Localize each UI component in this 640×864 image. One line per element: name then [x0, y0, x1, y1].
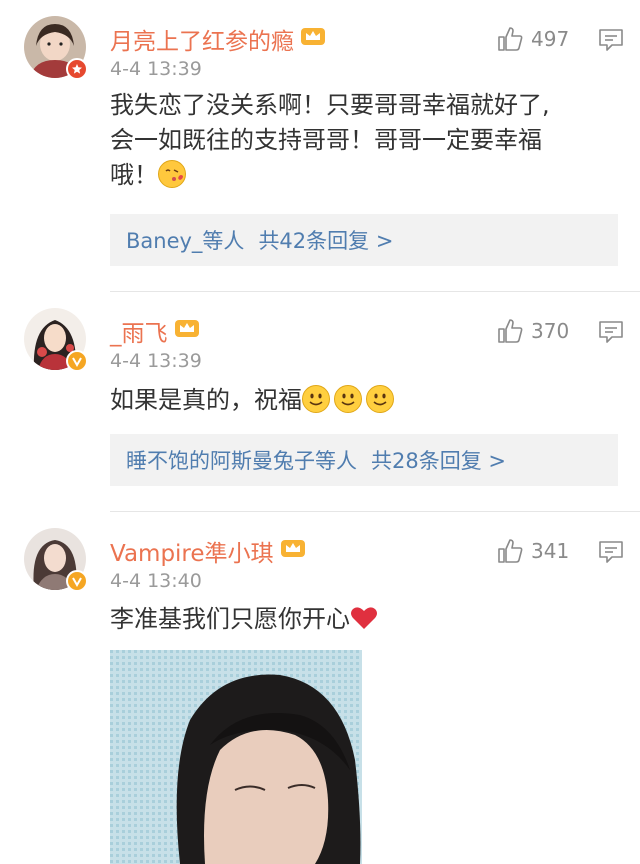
smile-emoji-icon — [334, 385, 362, 413]
username[interactable]: 月亮上了红参的瘾 — [110, 22, 326, 56]
comment-time: 4-4 13:40 — [110, 570, 202, 592]
divider — [110, 291, 640, 292]
crown-icon — [280, 537, 306, 565]
kiss-emoji-icon — [158, 160, 186, 188]
reply-icon[interactable] — [598, 320, 624, 348]
like-button[interactable]: 370 — [497, 318, 569, 344]
like-count: 370 — [531, 319, 570, 343]
username-text[interactable]: 月亮上了红参的瘾 — [110, 22, 294, 56]
reply-icon[interactable] — [598, 540, 624, 568]
reply-users[interactable]: Baney_等人 — [126, 225, 244, 255]
username-text[interactable]: _雨飞 — [110, 314, 168, 348]
comment-time: 4-4 13:39 — [110, 350, 202, 372]
comment-photo[interactable] — [110, 650, 362, 864]
reply-count[interactable]: 共42条回复 > — [258, 225, 393, 255]
smile-emoji-icon — [366, 385, 394, 413]
reply-users[interactable]: 睡不饱的阿斯曼兔子等人 — [126, 445, 357, 475]
reply-summary[interactable]: 睡不饱的阿斯曼兔子等人 共28条回复 > — [110, 434, 618, 486]
avatar[interactable] — [24, 308, 88, 372]
like-button[interactable]: 341 — [497, 538, 569, 564]
avatar[interactable] — [24, 16, 88, 80]
comment-line: 哦！ — [110, 158, 610, 193]
divider — [110, 511, 640, 512]
thumbs-up-icon — [498, 319, 523, 343]
reply-summary[interactable]: Baney_等人 共42条回复 > — [110, 214, 618, 266]
like-count: 341 — [531, 539, 570, 563]
username[interactable]: Vampire準小琪 — [110, 534, 306, 568]
smile-emoji-icon — [302, 385, 330, 413]
like-button[interactable]: 497 — [497, 26, 569, 52]
heart-emoji-icon — [350, 605, 378, 641]
comment-text: 如果是真的，祝福 — [110, 383, 610, 418]
comment-text: 我失恋了没关系啊！只要哥哥幸福就好了, 会一如既往的支持哥哥！哥哥一定要幸福 哦… — [110, 88, 610, 193]
comment-line: 我失恋了没关系啊！只要哥哥幸福就好了, — [110, 91, 550, 119]
verified-gold-badge-icon — [66, 570, 88, 592]
reply-icon[interactable] — [598, 28, 624, 56]
comment-text: 李准基我们只愿你开心 — [110, 602, 610, 641]
comment-line: 会一如既往的支持哥哥！哥哥一定要幸福 — [110, 126, 542, 154]
verified-gold-badge-icon — [66, 350, 88, 372]
verified-red-badge-icon — [66, 58, 88, 80]
thumbs-up-icon — [498, 539, 523, 563]
crown-icon — [174, 317, 200, 345]
crown-icon — [300, 25, 326, 53]
username-text[interactable]: Vampire準小琪 — [110, 534, 274, 568]
username[interactable]: _雨飞 — [110, 314, 200, 348]
thumbs-up-icon — [498, 27, 523, 51]
like-count: 497 — [531, 27, 570, 51]
reply-count[interactable]: 共28条回复 > — [371, 445, 506, 475]
avatar[interactable] — [24, 528, 88, 592]
comment-time: 4-4 13:39 — [110, 58, 202, 80]
